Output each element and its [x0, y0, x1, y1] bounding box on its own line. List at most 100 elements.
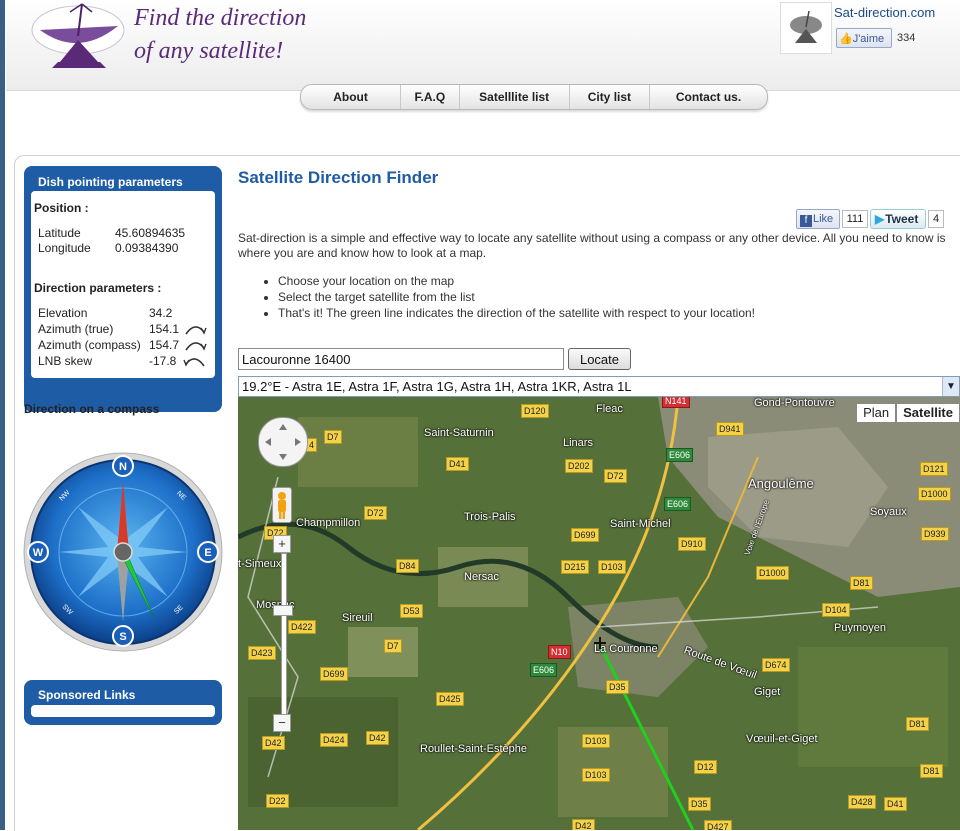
road-d424: D424: [320, 733, 348, 747]
facebook-page-box: Sat-direction.com 👍J'aime 334: [780, 2, 956, 54]
road-d42: D42: [262, 736, 285, 750]
satellite-select[interactable]: 19.2°E - Astra 1E, Astra 1F, Astra 1G, A…: [238, 376, 960, 397]
road-d84: D84: [396, 559, 419, 573]
zoom-slider-thumb[interactable]: [273, 605, 293, 616]
map-label-champmillon: Champmillon: [296, 517, 361, 529]
road-d72: D72: [604, 469, 627, 483]
dish-parameters-panel: Dish pointing parameters Position : Lati…: [24, 166, 222, 412]
road-e606: E606: [666, 448, 694, 462]
facebook-icon: f: [800, 215, 812, 227]
intro-text: Sat-direction is a simple and effective …: [238, 231, 946, 260]
road-d42: D42: [366, 731, 389, 745]
road-d428: D428: [848, 795, 876, 809]
fb-jaime-button[interactable]: 👍J'aime: [836, 28, 892, 48]
road-d427: D427: [704, 820, 732, 830]
chevron-down-icon[interactable]: ▼: [942, 377, 959, 396]
tagline-line-2: of any satellite!: [134, 38, 284, 64]
map-label-trois-palis: Trois-Palis: [464, 511, 516, 523]
fb-page-dish-icon[interactable]: [780, 2, 832, 54]
map-type-plan-button[interactable]: Plan: [856, 403, 897, 423]
map-label-voeuil-et-giget: Vœuil-et-Giget: [746, 733, 818, 745]
tagline-line-1: Find the direction: [134, 5, 307, 31]
tweet-button[interactable]: ▶Tweet: [870, 209, 926, 229]
road-d35: D35: [606, 680, 629, 694]
map-label-puymoyen: Puymoyen: [834, 622, 886, 634]
elevation-value: 34.2: [149, 306, 173, 320]
zoom-in-button[interactable]: +: [273, 535, 291, 553]
step-item: Select the target satellite from the lis…: [278, 289, 755, 305]
fb-page-title[interactable]: Sat-direction.com: [834, 5, 935, 20]
lnb-skew-value: -17.8: [149, 354, 177, 368]
compass-n-label: N: [119, 461, 127, 473]
satellite-map[interactable]: Fleac Gond-Pontouvre Saint-Saturnin Lina…: [238, 397, 960, 830]
tweet-count-bubble: 4: [928, 210, 944, 228]
fb-like-button[interactable]: f Like: [796, 209, 840, 229]
nav-about[interactable]: About: [301, 85, 402, 109]
road-d103: D103: [598, 560, 626, 574]
road-d103: D103: [582, 768, 610, 782]
twitter-bird-icon: ▶: [875, 212, 885, 226]
latitude-value: 45.60894635: [115, 226, 186, 240]
map-label-saint-saturnin: Saint-Saturnin: [424, 427, 494, 439]
longitude-label: Longitude: [38, 241, 91, 255]
road-d103: D103: [582, 734, 610, 748]
road-e606: E606: [664, 497, 692, 511]
locate-button[interactable]: Locate: [568, 348, 631, 370]
street-view-pegman-icon[interactable]: [272, 487, 292, 523]
road-e606: E606: [530, 663, 558, 677]
zoom-slider-track[interactable]: [281, 553, 287, 715]
road-n141: N141: [662, 397, 690, 408]
map-type-satellite-button[interactable]: Satellite: [896, 403, 960, 423]
road-d425: D425: [436, 692, 464, 706]
azimuth-compass-value: 154.7: [149, 338, 180, 352]
road-d423: D423: [248, 646, 276, 660]
azimuth-true-arrow-icon: [185, 326, 207, 335]
road-d104: D104: [822, 603, 850, 617]
road-d422: D422: [288, 620, 316, 634]
map-label-sireuil: Sireuil: [342, 612, 373, 624]
step-item: That's it! The green line indicates the …: [278, 305, 755, 321]
road-d81: D81: [850, 576, 873, 590]
sponsored-links-panel: Sponsored Links: [24, 680, 222, 725]
road-d699: D699: [571, 528, 599, 542]
left-border: [0, 0, 5, 830]
compass-title: Direction on a compass: [24, 402, 160, 416]
map-label-soyaux: Soyaux: [870, 506, 907, 518]
nav-faq[interactable]: F.A.Q: [401, 85, 460, 109]
zoom-out-button[interactable]: −: [273, 714, 291, 732]
fb-jaime-label: J'aime: [852, 33, 885, 45]
location-input[interactable]: [238, 348, 564, 370]
map-label-saint-michel: Saint-Michel: [610, 518, 671, 530]
road-d941: D941: [716, 422, 744, 436]
road-d7: D7: [384, 639, 402, 653]
compass-s-label: S: [119, 631, 126, 643]
road-d72: D72: [364, 506, 387, 520]
road-d81: D81: [920, 764, 943, 778]
nav-satellite-list[interactable]: Satelllite list: [460, 85, 570, 109]
sponsored-links-title: Sponsored Links: [38, 688, 136, 702]
road-d41: D41: [884, 797, 907, 811]
road-d35: D35: [688, 797, 711, 811]
nav-contact[interactable]: Contact us.: [650, 85, 767, 109]
map-type-toggle: Plan Satellite: [856, 403, 960, 423]
longitude-value: 0.09384390: [115, 241, 179, 255]
azimuth-true-label: Azimuth (true): [38, 322, 114, 336]
map-label-gond-pontouvre: Gond-Pontouvre: [754, 397, 835, 409]
fb-like-label: Like: [813, 213, 834, 225]
road-d41: D41: [446, 457, 469, 471]
latitude-label: Latitude: [38, 226, 81, 240]
compass-w-label: W: [33, 547, 44, 559]
dish-panel-title: Dish pointing parameters: [38, 175, 183, 189]
satellite-dish-logo[interactable]: [30, 0, 130, 72]
road-d674: D674: [762, 658, 790, 672]
thumbs-up-icon: 👍: [839, 33, 853, 45]
road-n10: N10: [548, 645, 571, 659]
pan-control[interactable]: [258, 417, 308, 467]
compass-e-label: E: [204, 547, 211, 559]
page-title: Satellite Direction Finder: [238, 168, 439, 187]
nav-city-list[interactable]: City list: [570, 85, 651, 109]
map-label-la-couronne: La Couronne: [594, 643, 658, 655]
road-d121: D121: [920, 462, 948, 476]
map-label-linars: Linars: [563, 437, 593, 449]
map-label-simeux: t-Simeux: [238, 558, 282, 570]
